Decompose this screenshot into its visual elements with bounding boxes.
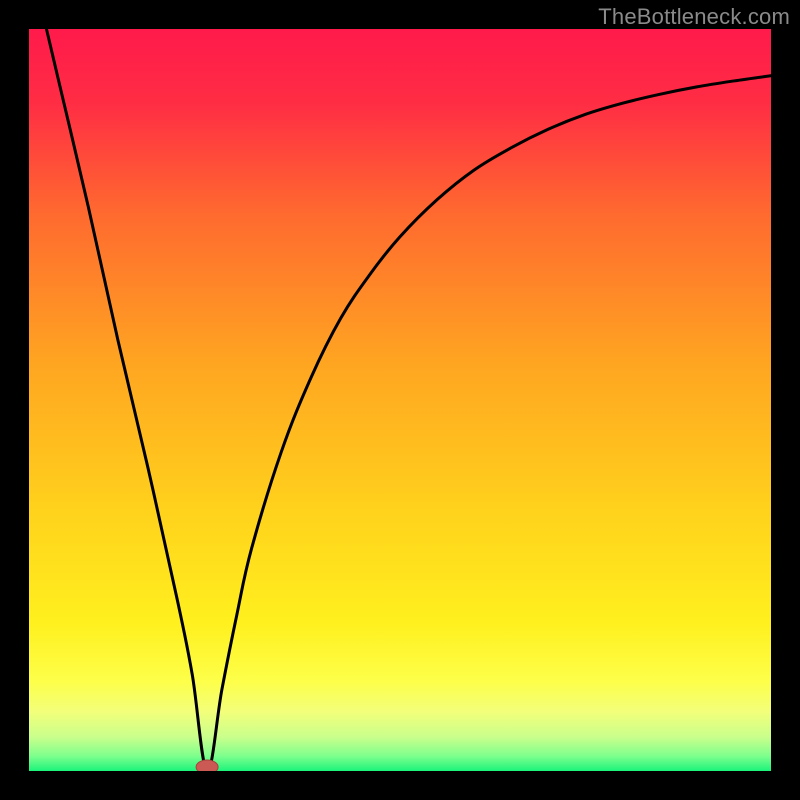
- chart-frame: TheBottleneck.com: [0, 0, 800, 800]
- gradient-background: [29, 29, 771, 771]
- bottleneck-chart: [29, 29, 771, 771]
- minimum-marker: [196, 760, 218, 771]
- attribution-label: TheBottleneck.com: [598, 4, 790, 30]
- plot-area: [29, 29, 771, 771]
